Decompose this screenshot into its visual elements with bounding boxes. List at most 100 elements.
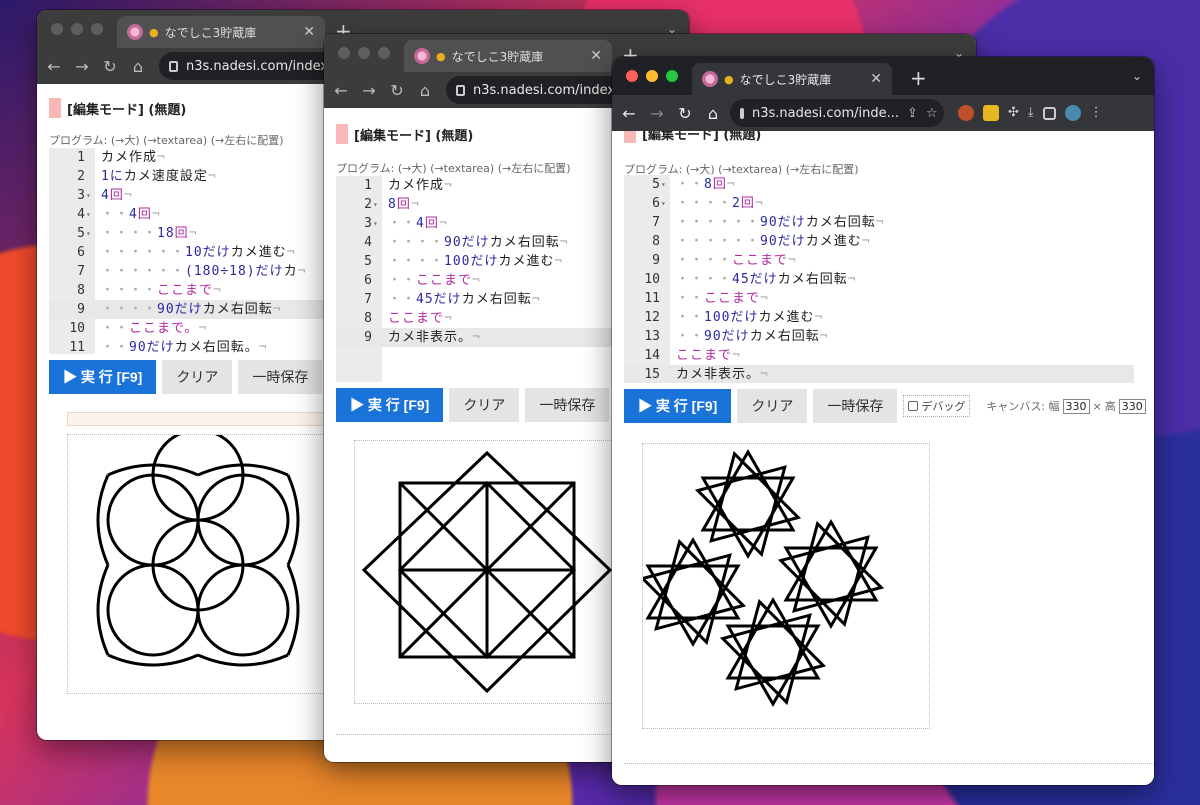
turtle-canvas[interactable] [639,443,930,729]
fold-arrow-icon[interactable]: ▾ [661,194,666,213]
run-button[interactable]: ▶ 実 行 [F9] [624,389,732,423]
code-line[interactable]: 9 カメ非表示。¬ [336,328,624,347]
bookmark-star-icon[interactable]: ☆ [926,106,938,121]
code-line[interactable]: 7 ・・45だけカメ右回転¬ [336,290,624,309]
browser-tab[interactable]: ● なでしこ3貯蔵庫 ✕ [692,63,892,95]
save-temp-button[interactable]: 一時保存 [525,388,610,422]
code-editor[interactable]: 1 カメ作成¬ 2 ▾ 8回¬ 3 ▾ ・・4回¬ 4 ・・・・90だけカメ右回転¬ 5 ・・・・10… [336,176,624,382]
close-tab-icon[interactable]: ✕ [870,71,882,87]
clear-button[interactable]: クリア [162,360,233,394]
code-line[interactable]: 7 ・・・・・・(180÷18)だけカ¬ [49,262,329,281]
fold-arrow-icon[interactable]: ▾ [86,205,91,224]
window-controls[interactable] [338,47,390,59]
forward-arrow-icon[interactable]: → [362,81,376,100]
back-arrow-icon[interactable]: ← [622,104,636,123]
minimize-window-button[interactable] [646,70,658,82]
extension-red-icon[interactable] [958,105,974,121]
code-line[interactable]: 9 ・・・・90だけカメ右回転¬ [49,300,329,319]
new-tab-icon[interactable]: + [910,66,927,90]
clear-button[interactable]: クリア [737,389,808,423]
checkbox-icon[interactable] [908,401,919,411]
minimize-window-button[interactable] [358,47,370,59]
sidebar-icon[interactable] [1042,106,1056,120]
forward-arrow-icon[interactable]: → [650,104,664,123]
more-menu-icon[interactable]: ⋮ [1090,105,1103,121]
home-icon[interactable]: ⌂ [706,104,720,123]
reload-icon[interactable]: ↻ [678,104,692,123]
maximize-window-button[interactable] [378,47,390,59]
code-line[interactable]: 7 ・・・・・・90だけカメ右回転¬ [624,213,1134,232]
close-window-button[interactable] [51,23,63,35]
back-arrow-icon[interactable]: ← [47,57,61,76]
code-editor[interactable]: 1 カメ作成¬ 2 1にカメ速度設定¬ 3 ▾ 4回¬ 4 ▾ ・・4回¬ 5 ▾ ・・・・18回¬ 6 ・… [49,148,329,354]
profile-avatar-icon[interactable] [1064,105,1081,121]
code-line[interactable]: 10 ・・ここまで。¬ [49,319,329,338]
clear-button[interactable]: クリア [449,388,520,422]
code-line[interactable]: 3 ▾ ・・4回¬ [336,214,624,233]
run-button[interactable]: ▶ 実 行 [F9] [49,360,157,394]
close-window-button[interactable] [338,47,350,59]
puzzle-icon[interactable]: ✣ [1008,105,1019,121]
fold-arrow-icon[interactable]: ▾ [373,214,378,233]
code-line[interactable]: 3 ▾ 4回¬ [49,186,329,205]
code-line[interactable]: 8 ここまで¬ [336,309,624,328]
extension-yellow-icon[interactable] [983,105,999,121]
code-line[interactable]: 9 ・・・・ここまで¬ [624,251,1134,270]
code-line[interactable]: 6 ▾ ・・・・2回¬ [624,194,1134,213]
fold-arrow-icon[interactable]: ▾ [661,175,666,194]
code-line[interactable]: 11 ・・ここまで¬ [624,289,1134,308]
code-line[interactable]: 10 ・・・・45だけカメ右回転¬ [624,270,1134,289]
code-line[interactable]: 2 ▾ 8回¬ [336,195,624,214]
code-line[interactable]: 11 ・・90だけカメ右回転。¬ [49,338,329,354]
code-line[interactable]: 12 ・・100だけカメ進む¬ [624,308,1134,327]
maximize-window-button[interactable] [91,23,103,35]
home-icon[interactable]: ⌂ [418,81,432,100]
code-line[interactable]: 1 カメ作成¬ [336,176,624,195]
canvas-width-input[interactable]: 330 [1062,398,1090,414]
address-bar[interactable]: n3s.nadesi.com/inde... ⇪ ☆ [730,99,944,127]
code-line[interactable]: 1 カメ作成¬ [49,148,329,167]
code-line[interactable]: 14 ここまで¬ [624,346,1134,365]
back-arrow-icon[interactable]: ← [334,81,348,100]
reload-icon[interactable]: ↻ [390,81,404,100]
maximize-window-button[interactable] [666,70,678,82]
window-controls[interactable] [51,23,103,35]
code-line[interactable]: 13 ・・90だけカメ右回転¬ [624,327,1134,346]
debug-checkbox[interactable]: デバッグ [903,395,971,417]
code-line[interactable]: 6 ・・・・・・10だけカメ進む¬ [49,243,329,262]
code-line[interactable]: 2 1にカメ速度設定¬ [49,167,329,186]
close-tab-icon[interactable]: ✕ [590,48,602,64]
run-button[interactable]: ▶ 実 行 [F9] [336,388,444,422]
program-label[interactable]: プログラム: (→大) (→textarea) (→左右に配置) [336,160,571,176]
browser-tab[interactable]: ● なでしこ3貯蔵庫 ✕ [117,16,325,48]
forward-arrow-icon[interactable]: → [75,57,89,76]
browser-window-3[interactable]: ● なでしこ3貯蔵庫 ✕ + ⌄ ← → ↻ ⌂ n3s.nadesi.com/… [612,57,1154,785]
code-line[interactable]: 5 ・・・・100だけカメ進む¬ [336,252,624,271]
download-icon[interactable]: ⤓ [1028,105,1034,121]
code-line[interactable]: 4 ・・・・90だけカメ右回転¬ [336,233,624,252]
code-line[interactable]: 15 カメ非表示。¬ [624,365,1134,383]
browser-tab[interactable]: ● なでしこ3貯蔵庫 ✕ [404,40,612,72]
code-line[interactable]: 8 ・・・・・・90だけカメ進む¬ [624,232,1134,251]
fold-arrow-icon[interactable]: ▾ [86,186,91,205]
close-tab-icon[interactable]: ✕ [303,24,315,40]
fold-arrow-icon[interactable]: ▾ [86,224,91,243]
code-line[interactable]: 4 ▾ ・・4回¬ [49,205,329,224]
canvas-height-input[interactable]: 330 [1118,398,1146,414]
window-controls[interactable] [626,70,678,82]
home-icon[interactable]: ⌂ [131,57,145,76]
chevron-down-icon[interactable]: ⌄ [1132,69,1142,83]
turtle-canvas[interactable] [354,440,624,704]
code-line[interactable]: 6 ・・ここまで¬ [336,271,624,290]
turtle-canvas[interactable] [67,428,327,694]
save-temp-button[interactable]: 一時保存 [813,389,898,423]
program-label[interactable]: プログラム: (→大) (→textarea) (→左右に配置) [49,132,284,148]
fold-arrow-icon[interactable]: ▾ [373,195,378,214]
code-line[interactable]: 5 ▾ ・・・・18回¬ [49,224,329,243]
code-line[interactable]: 8 ・・・・ここまで¬ [49,281,329,300]
code-editor[interactable]: 5 ▾ ・・8回¬ 6 ▾ ・・・・2回¬ 7 ・・・・・・90だけカメ右回転¬ 8 ・・・・・・… [624,175,1134,383]
share-icon[interactable]: ⇪ [907,106,918,121]
code-line[interactable]: 5 ▾ ・・8回¬ [624,175,1134,194]
reload-icon[interactable]: ↻ [103,57,117,76]
save-temp-button[interactable]: 一時保存 [238,360,323,394]
